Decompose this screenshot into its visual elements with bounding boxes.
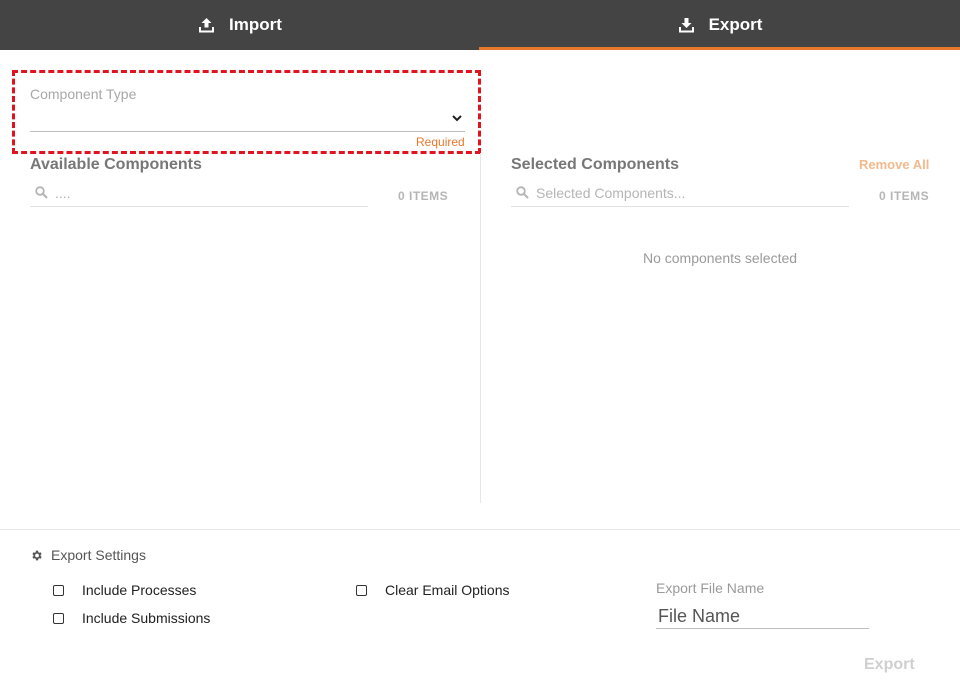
clear-email-options-checkbox[interactable]: Clear Email Options — [356, 582, 510, 598]
gear-icon — [32, 550, 42, 560]
column-divider — [480, 153, 481, 503]
selected-components-title: Selected Components — [511, 156, 680, 173]
required-hint: Required — [416, 135, 465, 149]
tab-export[interactable]: Export — [479, 0, 960, 50]
include-submissions-checkbox[interactable]: Include Submissions — [53, 610, 210, 626]
search-icon — [516, 186, 529, 199]
search-icon — [35, 186, 48, 199]
tab-bar: Import Export — [0, 0, 960, 50]
chevron-down-icon — [452, 115, 462, 122]
checkbox-box[interactable] — [53, 612, 64, 624]
settings-divider — [0, 529, 960, 530]
clear-email-options-label: Clear Email Options — [385, 582, 510, 598]
export-file-name-label: Export File Name — [656, 580, 765, 596]
empty-selection-message: No components selected — [642, 250, 798, 266]
include-processes-label: Include Processes — [82, 582, 197, 598]
tab-import[interactable]: Import — [0, 0, 480, 50]
checkbox-box[interactable] — [53, 584, 64, 596]
tab-export-label: Export — [708, 15, 763, 34]
export-settings-title: Export Settings — [30, 547, 146, 563]
tab-import-label: Import — [229, 15, 282, 34]
available-search-placeholder: .... — [55, 185, 71, 201]
component-type-label: Component Type — [30, 86, 137, 102]
remove-all-button[interactable]: Remove All — [859, 157, 929, 172]
include-processes-checkbox[interactable]: Include Processes — [53, 582, 196, 598]
selected-search-placeholder: Selected Components... — [536, 185, 686, 201]
selected-search-input[interactable]: Selected Components... — [511, 183, 849, 207]
upload-icon — [199, 18, 215, 33]
download-icon — [678, 18, 694, 33]
export-button[interactable]: Export — [864, 656, 915, 674]
file-name-input[interactable] — [656, 605, 869, 629]
export-settings-label: Export Settings — [51, 547, 146, 563]
component-type-select[interactable] — [30, 108, 465, 132]
include-submissions-label: Include Submissions — [82, 610, 211, 626]
available-search-input[interactable]: .... — [30, 183, 368, 207]
available-count: 0 ITEMS — [398, 189, 449, 203]
checkbox-box[interactable] — [356, 584, 367, 596]
available-components-title: Available Components — [30, 156, 202, 173]
selected-count: 0 ITEMS — [879, 189, 930, 203]
